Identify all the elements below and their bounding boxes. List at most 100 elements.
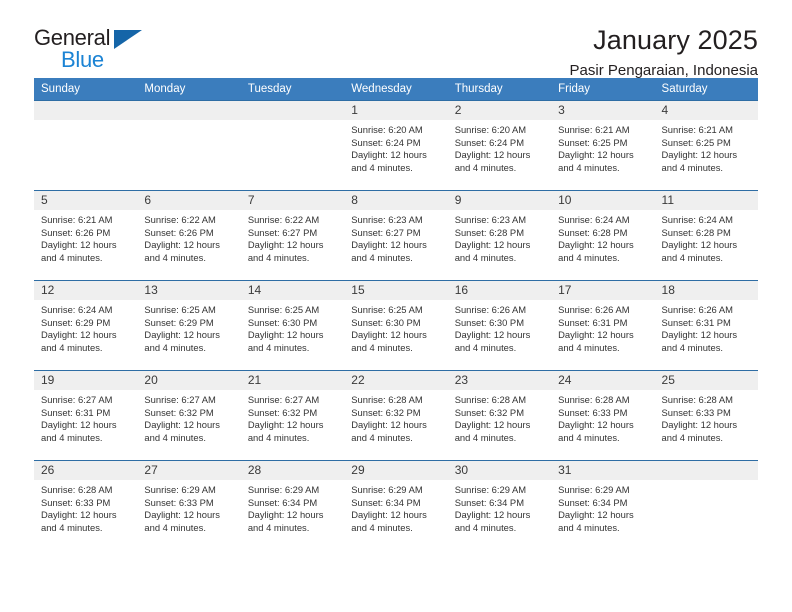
calendar-day-cell[interactable]: 18 Sunrise: 6:26 AM Sunset: 6:31 PM Dayligh… xyxy=(654,280,758,371)
sunrise-text: Sunrise: 6:27 AM xyxy=(144,394,216,405)
daylight-text: Daylight: 12 hours and 4 minutes. xyxy=(351,329,427,353)
day-details: Sunrise: 6:28 AM Sunset: 6:32 PM Daylight:… xyxy=(344,390,447,444)
calendar-day-cell[interactable]: 23 Sunrise: 6:28 AM Sunset: 6:32 PM Dayligh… xyxy=(447,370,552,461)
sunset-text: Sunset: 6:30 PM xyxy=(247,316,318,328)
day-number: 9 xyxy=(447,191,552,210)
sunrise-sunset-calendar: Sunday Monday Tuesday Wednesday Thursday… xyxy=(34,78,758,551)
calendar-day-cell[interactable]: 3 Sunrise: 6:21 AM Sunset: 6:25 PM Daylight… xyxy=(551,100,655,191)
calendar-day-cell[interactable]: 9 Sunrise: 6:23 AM Sunset: 6:28 PM Daylight… xyxy=(447,190,552,281)
daylight-text: Daylight: 12 hours and 4 minutes. xyxy=(144,239,220,263)
daylight-text: Daylight: 12 hours and 4 minutes. xyxy=(144,509,220,533)
day-details: Sunrise: 6:28 AM Sunset: 6:33 PM Daylight:… xyxy=(655,390,758,444)
calendar-day-cell[interactable]: 24 Sunrise: 6:28 AM Sunset: 6:33 PM Dayligh… xyxy=(551,370,655,461)
calendar-day-cell[interactable]: 15 Sunrise: 6:25 AM Sunset: 6:30 PM Dayligh… xyxy=(344,280,448,371)
day-number: 26 xyxy=(34,461,138,480)
calendar-day-cell[interactable]: 31 Sunrise: 6:29 AM Sunset: 6:34 PM Dayligh… xyxy=(551,460,655,551)
calendar-day-cell[interactable]: 2 Sunrise: 6:20 AM Sunset: 6:24 PM Daylight… xyxy=(447,100,552,191)
calendar-day-cell[interactable]: 28 Sunrise: 6:29 AM Sunset: 6:34 PM Dayligh… xyxy=(240,460,345,551)
calendar-day-cell[interactable]: 27 Sunrise: 6:29 AM Sunset: 6:33 PM Dayligh… xyxy=(137,460,241,551)
day-number: 24 xyxy=(551,371,655,390)
sunrise-text: Sunrise: 6:26 AM xyxy=(454,304,527,315)
sunrise-text: Sunrise: 6:20 AM xyxy=(454,124,527,135)
day-number: 18 xyxy=(654,281,758,300)
calendar-day-cell[interactable]: 7 Sunrise: 6:22 AM Sunset: 6:27 PM Daylight… xyxy=(240,190,345,281)
sunset-text: Sunset: 6:30 PM xyxy=(351,316,421,328)
day-details: Sunrise: 6:28 AM Sunset: 6:33 PM Daylight:… xyxy=(551,390,654,444)
sunset-text: Sunset: 6:27 PM xyxy=(351,226,421,238)
sunset-text: Sunset: 6:33 PM xyxy=(661,406,731,418)
calendar-day-cell[interactable]: 10 Sunrise: 6:24 AM Sunset: 6:28 PM Dayligh… xyxy=(551,190,655,281)
calendar-day-cell[interactable]: 1 Sunrise: 6:20 AM Sunset: 6:24 PM Daylight… xyxy=(344,100,448,191)
day-number xyxy=(654,461,758,480)
sunrise-text: Sunrise: 6:24 AM xyxy=(41,304,113,315)
sunset-text: Sunset: 6:34 PM xyxy=(247,496,318,508)
sunrise-text: Sunrise: 6:22 AM xyxy=(144,214,216,225)
calendar-day-cell[interactable]: 5 Sunrise: 6:21 AM Sunset: 6:26 PM Daylight… xyxy=(34,190,138,281)
sunset-text: Sunset: 6:27 PM xyxy=(247,226,318,238)
sunset-text: Sunset: 6:34 PM xyxy=(454,496,524,508)
general-blue-logo: General Blue xyxy=(34,26,146,74)
day-number: 21 xyxy=(240,371,345,390)
calendar-day-cell[interactable]: 20 Sunrise: 6:27 AM Sunset: 6:32 PM Dayligh… xyxy=(137,370,241,461)
calendar-day-cell[interactable]: 22 Sunrise: 6:28 AM Sunset: 6:32 PM Dayligh… xyxy=(344,370,448,461)
day-details: Sunrise: 6:27 AM Sunset: 6:32 PM Daylight:… xyxy=(241,390,344,444)
calendar-week-row: 26 Sunrise: 6:28 AM Sunset: 6:33 PM Dayligh… xyxy=(34,460,758,551)
day-number: 30 xyxy=(447,461,552,480)
daylight-text: Daylight: 12 hours and 4 minutes. xyxy=(41,419,117,443)
sunset-text: Sunset: 6:24 PM xyxy=(351,136,421,148)
sunset-text: Sunset: 6:34 PM xyxy=(351,496,421,508)
weekday-header-sunday: Sunday xyxy=(34,78,138,101)
daylight-text: Daylight: 12 hours and 4 minutes. xyxy=(351,419,427,443)
calendar-day-cell[interactable]: 13 Sunrise: 6:25 AM Sunset: 6:29 PM Dayligh… xyxy=(137,280,241,371)
day-number: 2 xyxy=(447,101,552,120)
day-details: Sunrise: 6:28 AM Sunset: 6:33 PM Daylight:… xyxy=(34,480,137,534)
day-details: Sunrise: 6:22 AM Sunset: 6:26 PM Daylight:… xyxy=(137,210,240,264)
calendar-day-cell[interactable]: 16 Sunrise: 6:26 AM Sunset: 6:30 PM Dayligh… xyxy=(447,280,552,371)
daylight-text: Daylight: 12 hours and 4 minutes. xyxy=(558,509,634,533)
daylight-text: Daylight: 12 hours and 4 minutes. xyxy=(41,329,117,353)
sunset-text: Sunset: 6:33 PM xyxy=(144,496,214,508)
sunset-text: Sunset: 6:34 PM xyxy=(558,496,628,508)
weekday-header-monday: Monday xyxy=(137,78,241,101)
sunrise-text: Sunrise: 6:23 AM xyxy=(351,214,423,225)
sunset-text: Sunset: 6:33 PM xyxy=(558,406,628,418)
calendar-body: 1 Sunrise: 6:20 AM Sunset: 6:24 PM Daylight… xyxy=(34,100,758,551)
day-details: Sunrise: 6:29 AM Sunset: 6:34 PM Daylight:… xyxy=(551,480,654,534)
calendar-day-cell[interactable]: 26 Sunrise: 6:28 AM Sunset: 6:33 PM Dayligh… xyxy=(34,460,138,551)
day-details: Sunrise: 6:28 AM Sunset: 6:32 PM Daylight:… xyxy=(448,390,551,444)
day-number: 4 xyxy=(654,101,758,120)
day-details: Sunrise: 6:21 AM Sunset: 6:26 PM Daylight:… xyxy=(34,210,137,264)
weekday-header-wednesday: Wednesday xyxy=(344,78,448,101)
calendar-day-cell[interactable]: 30 Sunrise: 6:29 AM Sunset: 6:34 PM Dayligh… xyxy=(447,460,552,551)
daylight-text: Daylight: 12 hours and 4 minutes. xyxy=(661,419,738,443)
day-details: Sunrise: 6:27 AM Sunset: 6:32 PM Daylight:… xyxy=(137,390,240,444)
sunset-text: Sunset: 6:32 PM xyxy=(351,406,421,418)
day-details: Sunrise: 6:26 AM Sunset: 6:30 PM Daylight:… xyxy=(448,300,551,354)
calendar-day-cell[interactable]: 29 Sunrise: 6:29 AM Sunset: 6:34 PM Dayligh… xyxy=(344,460,448,551)
calendar-day-cell[interactable]: 17 Sunrise: 6:26 AM Sunset: 6:31 PM Dayligh… xyxy=(551,280,655,371)
day-number: 16 xyxy=(447,281,552,300)
calendar-day-cell[interactable]: 19 Sunrise: 6:27 AM Sunset: 6:31 PM Dayligh… xyxy=(34,370,138,461)
day-number: 1 xyxy=(344,101,448,120)
calendar-day-cell[interactable]: 6 Sunrise: 6:22 AM Sunset: 6:26 PM Daylight… xyxy=(137,190,241,281)
page-header: General Blue January 2025 Pasir Pengarai… xyxy=(34,0,758,79)
calendar-day-cell[interactable]: 14 Sunrise: 6:25 AM Sunset: 6:30 PM Dayligh… xyxy=(240,280,345,371)
sunset-text: Sunset: 6:26 PM xyxy=(144,226,214,238)
day-details: Sunrise: 6:20 AM Sunset: 6:24 PM Daylight:… xyxy=(344,120,447,174)
day-number xyxy=(137,101,241,120)
sunrise-text: Sunrise: 6:26 AM xyxy=(558,304,630,315)
weekday-header-row: Sunday Monday Tuesday Wednesday Thursday… xyxy=(34,78,758,101)
calendar-day-cell[interactable]: 25 Sunrise: 6:28 AM Sunset: 6:33 PM Dayligh… xyxy=(654,370,758,461)
calendar-day-cell[interactable]: 21 Sunrise: 6:27 AM Sunset: 6:32 PM Dayligh… xyxy=(240,370,345,461)
day-number xyxy=(34,101,138,120)
calendar-day-cell[interactable]: 4 Sunrise: 6:21 AM Sunset: 6:25 PM Daylight… xyxy=(654,100,758,191)
sunrise-text: Sunrise: 6:25 AM xyxy=(144,304,216,315)
logo-triangle-icon xyxy=(114,30,142,49)
calendar-day-cell-empty xyxy=(137,100,241,191)
calendar-day-cell[interactable]: 8 Sunrise: 6:23 AM Sunset: 6:27 PM Daylight… xyxy=(344,190,448,281)
sunrise-text: Sunrise: 6:26 AM xyxy=(661,304,733,315)
calendar-day-cell[interactable]: 11 Sunrise: 6:24 AM Sunset: 6:28 PM Dayligh… xyxy=(654,190,758,281)
weekday-header-saturday: Saturday xyxy=(654,78,758,101)
calendar-day-cell[interactable]: 12 Sunrise: 6:24 AM Sunset: 6:29 PM Dayligh… xyxy=(34,280,138,371)
calendar-week-row: 19 Sunrise: 6:27 AM Sunset: 6:31 PM Dayligh… xyxy=(34,370,758,461)
